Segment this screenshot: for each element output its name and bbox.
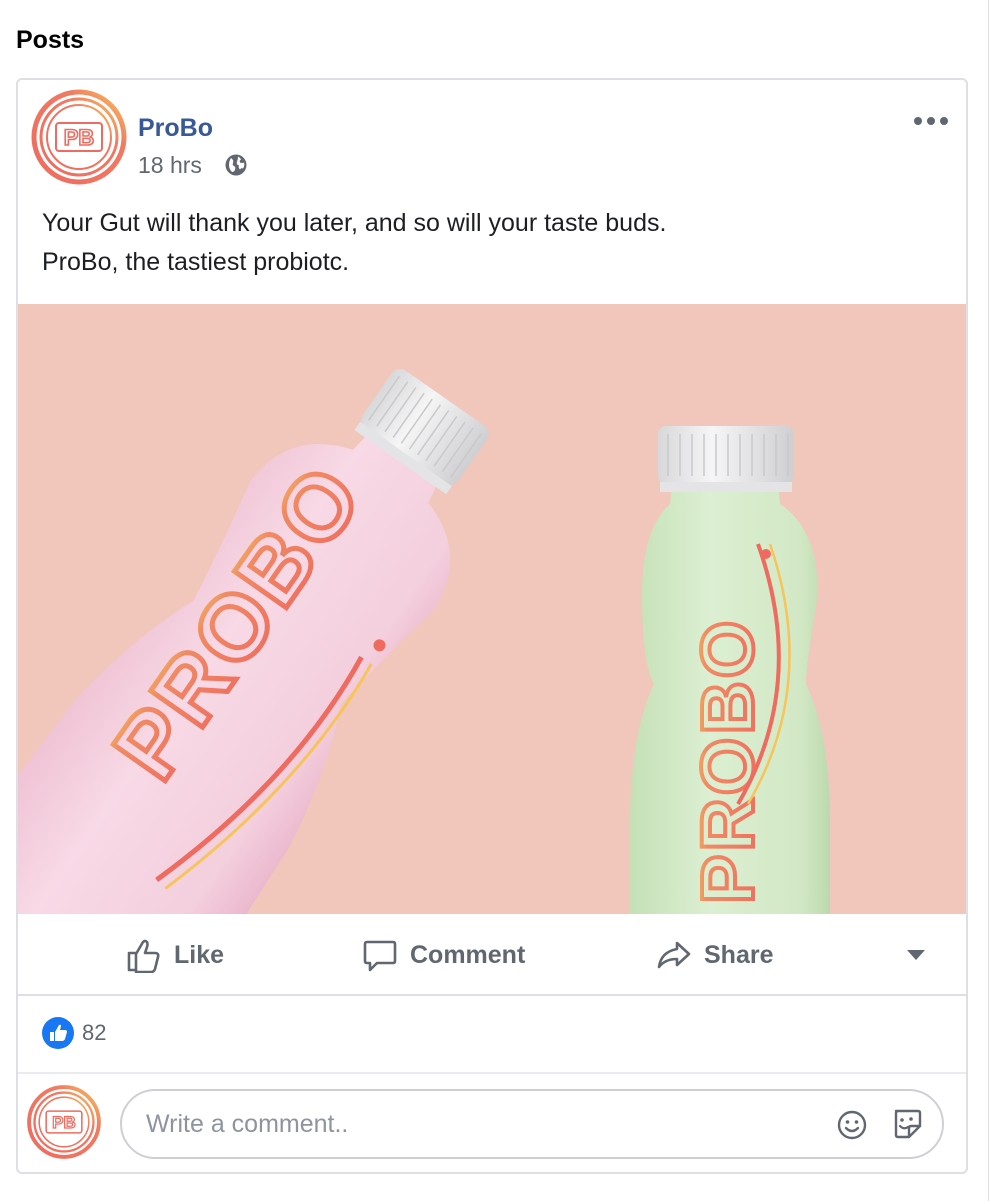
avatar-initials: PB [64, 125, 95, 150]
thumbs-up-icon [127, 939, 160, 973]
commenter-avatar-initials: PB [52, 1113, 76, 1132]
globe-icon [225, 154, 247, 176]
reaction-count: 82 [82, 1020, 107, 1045]
comment-bubble-icon [363, 940, 397, 972]
green-bottle-label: PROBO [686, 618, 769, 904]
caret-down-icon[interactable] [906, 949, 926, 961]
like-reaction-icon [42, 1017, 74, 1049]
post-image[interactable]: PROBO PROBO [18, 304, 966, 914]
more-dots-icon[interactable] [912, 114, 950, 128]
sticker-icon[interactable] [890, 1107, 924, 1141]
like-button[interactable]: Like [126, 914, 224, 996]
post-timestamp[interactable]: 18 hrs [138, 152, 202, 179]
section-title: Posts [16, 26, 85, 54]
post-text-line: ProBo, the tastiest probiotc. [42, 248, 350, 276]
comment-input[interactable]: Write a comment.. [120, 1089, 944, 1159]
scroll-edge [988, 0, 989, 1201]
share-label: Share [704, 940, 774, 969]
bottles-illustration: PROBO PROBO [18, 368, 830, 914]
post-meta: 18 hrs [138, 152, 248, 178]
reactions-summary[interactable]: 82 [42, 1016, 106, 1050]
pink-bottle: PROBO [18, 368, 489, 914]
share-button[interactable]: Share [656, 914, 773, 996]
comment-placeholder: Write a comment.. [146, 1109, 349, 1138]
comment-button[interactable]: Comment [362, 914, 525, 996]
green-bottle: PROBO [630, 426, 830, 914]
comment-label: Comment [410, 940, 526, 969]
like-label: Like [174, 940, 225, 969]
page-name-link[interactable]: ProBo [138, 114, 213, 143]
post-text-line: Your Gut will thank you later, and so wi… [42, 209, 667, 237]
divider [18, 1072, 966, 1074]
post-actions-bar: Like Comment Share [18, 914, 966, 996]
page-avatar[interactable]: PB [30, 88, 128, 186]
share-arrow-icon [657, 941, 691, 969]
emoji-icon[interactable] [836, 1109, 868, 1141]
post-text: Your Gut will thank you later, and so wi… [42, 204, 942, 282]
post-card: PB ProBo 18 hrs Your Gut will thank you … [16, 78, 968, 1174]
commenter-avatar[interactable]: PB [26, 1084, 102, 1160]
